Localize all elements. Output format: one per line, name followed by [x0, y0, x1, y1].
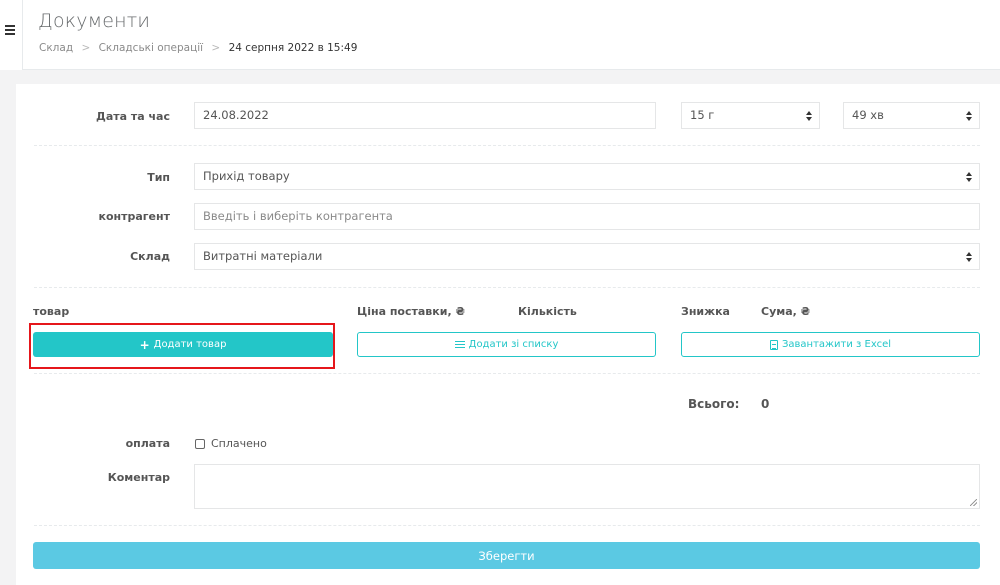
comment-textarea[interactable]	[194, 464, 980, 509]
type-select[interactable]: Прихід товару	[194, 163, 980, 190]
divider	[34, 145, 980, 146]
payment-label: оплата	[125, 437, 170, 450]
type-label: Тип	[147, 171, 170, 184]
breadcrumb-item-current: 24 серпня 2022 в 15:49	[228, 42, 358, 54]
warehouse-select[interactable]: Витратні матеріали	[194, 243, 980, 270]
upload-excel-label: Завантажити з Excel	[781, 339, 892, 350]
divider	[34, 287, 980, 288]
counterparty-label: контрагент	[98, 210, 170, 223]
minute-select-value: 49 хв	[852, 108, 884, 122]
add-product-label: Додати товар	[153, 339, 227, 350]
warehouse-select-value: Витратні матеріали	[203, 249, 323, 263]
page-title: Документи	[38, 10, 151, 32]
breadcrumb-separator: >	[211, 42, 221, 54]
divider	[34, 373, 980, 374]
hour-select-value: 15 г	[690, 108, 715, 122]
plus-icon: +	[139, 337, 150, 352]
column-header-discount: Знижка	[681, 305, 730, 318]
select-arrows-icon	[966, 111, 973, 121]
select-arrows-icon	[806, 111, 813, 121]
resize-grip-icon[interactable]	[970, 499, 977, 506]
total-value: 0	[761, 397, 770, 411]
date-input[interactable]: 24.08.2022	[194, 102, 656, 129]
add-product-button[interactable]: + Додати товар	[33, 332, 333, 357]
save-button[interactable]: Зберегти	[33, 542, 980, 569]
type-select-value: Прихід товару	[203, 169, 290, 183]
column-header-product: товар	[33, 305, 70, 318]
select-arrows-icon	[966, 172, 973, 182]
select-arrows-icon	[966, 252, 973, 262]
total-label: Всього:	[688, 397, 740, 411]
page-header: Документи Склад > Складські операції > 2…	[23, 0, 1000, 70]
breadcrumb-item-operations[interactable]: Складські операції	[99, 42, 203, 54]
breadcrumb-separator: >	[81, 42, 91, 54]
column-header-quantity: Кількість	[518, 305, 577, 318]
paid-checkbox[interactable]	[195, 439, 205, 449]
warehouse-label: Склад	[130, 250, 170, 263]
hamburger-icon[interactable]	[5, 25, 15, 35]
sidebar-strip	[0, 0, 23, 70]
minute-select[interactable]: 49 хв	[843, 102, 980, 129]
add-from-list-button[interactable]: Додати зі списку	[357, 332, 656, 357]
column-header-price: Ціна поставки, ₴	[357, 305, 465, 318]
column-header-sum: Сума, ₴	[761, 305, 811, 318]
comment-label: Коментар	[107, 471, 170, 484]
divider	[34, 525, 980, 526]
date-label: Дата та час	[96, 110, 170, 123]
breadcrumb: Склад > Складські операції > 24 серпня 2…	[39, 42, 357, 54]
list-icon	[454, 340, 465, 349]
hour-select[interactable]: 15 г	[681, 102, 820, 129]
counterparty-input[interactable]: Введіть і виберіть контрагента	[194, 203, 980, 230]
upload-excel-button[interactable]: Завантажити з Excel	[681, 332, 980, 357]
add-from-list-label: Додати зі списку	[468, 339, 559, 350]
paid-checkbox-label[interactable]: Сплачено	[211, 437, 267, 450]
file-excel-icon	[769, 339, 778, 350]
breadcrumb-item-warehouse[interactable]: Склад	[39, 42, 73, 54]
